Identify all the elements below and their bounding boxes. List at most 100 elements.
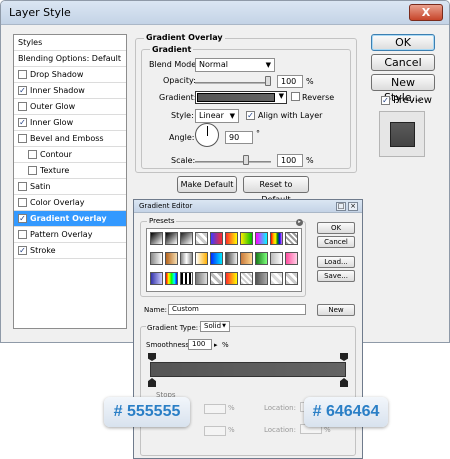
gradient-editor-title-bar[interactable]: Gradient Editor □ × bbox=[134, 200, 362, 213]
angle-label: Angle: bbox=[169, 133, 195, 142]
style-item-bevel-and-emboss[interactable]: Bevel and Emboss bbox=[14, 131, 126, 147]
style-item-drop-shadow[interactable]: Drop Shadow bbox=[14, 67, 126, 83]
subgroup-title: Gradient bbox=[150, 45, 194, 54]
preset-swatch[interactable] bbox=[150, 232, 163, 245]
style-item-gradient-overlay[interactable]: ✓ Gradient Overlay bbox=[14, 211, 126, 227]
style-item-label: Texture bbox=[40, 166, 70, 175]
style-item-checkbox[interactable] bbox=[28, 166, 37, 175]
close-button[interactable]: X bbox=[409, 4, 443, 21]
preset-swatch[interactable] bbox=[255, 232, 268, 245]
close-icon[interactable]: × bbox=[348, 202, 358, 211]
preset-swatch[interactable] bbox=[240, 272, 253, 285]
smoothness-field[interactable]: 100 bbox=[188, 339, 212, 350]
preset-swatch[interactable] bbox=[210, 272, 223, 285]
editor-cancel-button[interactable]: Cancel bbox=[317, 236, 355, 248]
smoothness-dropdown-icon[interactable]: ▸ bbox=[214, 341, 218, 349]
gradient-type-select[interactable]: Solid ▼ bbox=[200, 321, 230, 332]
opacity-unit: % bbox=[306, 77, 314, 86]
preset-swatch[interactable] bbox=[165, 232, 178, 245]
preset-swatch[interactable] bbox=[225, 272, 238, 285]
preset-swatch[interactable] bbox=[195, 252, 208, 265]
scale-label: Scale: bbox=[171, 156, 196, 165]
preset-swatch[interactable] bbox=[270, 252, 283, 265]
preset-swatch[interactable] bbox=[225, 252, 238, 265]
style-item-inner-glow[interactable]: ✓ Inner Glow bbox=[14, 115, 126, 131]
load-button[interactable]: Load... bbox=[317, 256, 355, 268]
maximize-icon[interactable]: □ bbox=[336, 202, 346, 211]
style-select[interactable]: Linear ▼ bbox=[195, 109, 239, 123]
preset-swatch[interactable] bbox=[210, 232, 223, 245]
title-bar[interactable]: Layer Style X bbox=[1, 1, 449, 25]
gradient-bar[interactable] bbox=[150, 362, 346, 377]
editor-ok-button[interactable]: OK bbox=[317, 222, 355, 234]
scale-slider[interactable] bbox=[195, 161, 271, 163]
style-item-checkbox[interactable] bbox=[18, 134, 27, 143]
preset-swatch[interactable] bbox=[195, 272, 208, 285]
style-item-texture[interactable]: Texture bbox=[14, 163, 126, 179]
reverse-checkbox[interactable] bbox=[291, 92, 300, 101]
style-item-checkbox[interactable] bbox=[18, 102, 27, 111]
stop-opacity-field[interactable] bbox=[204, 404, 226, 414]
opacity-field[interactable]: 100 bbox=[277, 75, 303, 88]
style-item-label: Pattern Overlay bbox=[30, 230, 93, 239]
preset-swatch[interactable] bbox=[285, 232, 298, 245]
preset-swatch[interactable] bbox=[285, 252, 298, 265]
presets-menu-icon[interactable]: ▸ bbox=[296, 219, 303, 226]
style-item-contour[interactable]: Contour bbox=[14, 147, 126, 163]
preset-swatch[interactable] bbox=[285, 272, 298, 285]
style-item-checkbox[interactable] bbox=[18, 230, 27, 239]
style-item-pattern-overlay[interactable]: Pattern Overlay bbox=[14, 227, 126, 243]
preset-swatch[interactable] bbox=[180, 232, 193, 245]
preset-swatch[interactable] bbox=[165, 252, 178, 265]
preset-swatch[interactable] bbox=[255, 272, 268, 285]
preset-swatch[interactable] bbox=[165, 272, 178, 285]
new-gradient-button[interactable]: New bbox=[317, 304, 355, 316]
preset-swatch[interactable] bbox=[240, 232, 253, 245]
opacity-slider-thumb[interactable] bbox=[265, 76, 271, 86]
preset-swatch[interactable] bbox=[210, 252, 223, 265]
style-item-checkbox[interactable] bbox=[18, 198, 27, 207]
preset-swatch[interactable] bbox=[150, 252, 163, 265]
style-item-inner-shadow[interactable]: ✓ Inner Shadow bbox=[14, 83, 126, 99]
scale-slider-thumb[interactable] bbox=[242, 155, 249, 165]
preset-swatch[interactable] bbox=[255, 252, 268, 265]
preset-swatch[interactable] bbox=[270, 272, 283, 285]
style-item-satin[interactable]: Satin bbox=[14, 179, 126, 195]
opacity-slider[interactable] bbox=[195, 82, 271, 84]
style-item-checkbox[interactable] bbox=[18, 182, 27, 191]
styles-header[interactable]: Styles bbox=[14, 35, 126, 51]
cancel-button[interactable]: Cancel bbox=[371, 54, 435, 71]
ok-button[interactable]: OK bbox=[371, 34, 435, 51]
new-style-button[interactable]: New Style... bbox=[371, 74, 435, 104]
style-item-checkbox[interactable]: ✓ bbox=[18, 86, 27, 95]
make-default-button[interactable]: Make Default bbox=[177, 176, 237, 193]
gradient-picker[interactable]: ▼ bbox=[195, 91, 287, 104]
preset-swatch[interactable] bbox=[195, 232, 208, 245]
preset-swatch[interactable] bbox=[150, 272, 163, 285]
style-item-checkbox[interactable]: ✓ bbox=[18, 246, 27, 255]
blend-mode-select[interactable]: Normal ▼ bbox=[195, 58, 275, 72]
align-with-layer-checkbox[interactable]: ✓ bbox=[246, 111, 255, 120]
preset-swatch[interactable] bbox=[180, 252, 193, 265]
stop-color-field[interactable] bbox=[204, 426, 226, 436]
style-item-outer-glow[interactable]: Outer Glow bbox=[14, 99, 126, 115]
reset-to-default-button[interactable]: Reset to Default bbox=[243, 176, 309, 204]
style-item-checkbox[interactable] bbox=[28, 150, 37, 159]
save-button[interactable]: Save... bbox=[317, 270, 355, 282]
preset-swatch[interactable] bbox=[180, 272, 193, 285]
preset-swatch[interactable] bbox=[240, 252, 253, 265]
preset-swatch[interactable] bbox=[270, 232, 283, 245]
preset-swatch[interactable] bbox=[225, 232, 238, 245]
preview-checkbox[interactable]: ✓ bbox=[381, 96, 390, 105]
scale-field[interactable]: 100 bbox=[277, 154, 303, 167]
style-item-checkbox[interactable]: ✓ bbox=[18, 214, 27, 223]
style-item-checkbox[interactable]: ✓ bbox=[18, 118, 27, 127]
style-item-stroke[interactable]: ✓ Stroke bbox=[14, 243, 126, 259]
style-item-checkbox[interactable] bbox=[18, 70, 27, 79]
name-field[interactable]: Custom bbox=[168, 304, 306, 315]
angle-field[interactable]: 90 bbox=[225, 131, 253, 144]
angle-dial[interactable] bbox=[195, 123, 219, 147]
style-item-color-overlay[interactable]: Color Overlay bbox=[14, 195, 126, 211]
blending-options-item[interactable]: Blending Options: Default bbox=[14, 51, 126, 67]
gradient-label: Gradient: bbox=[159, 93, 197, 102]
